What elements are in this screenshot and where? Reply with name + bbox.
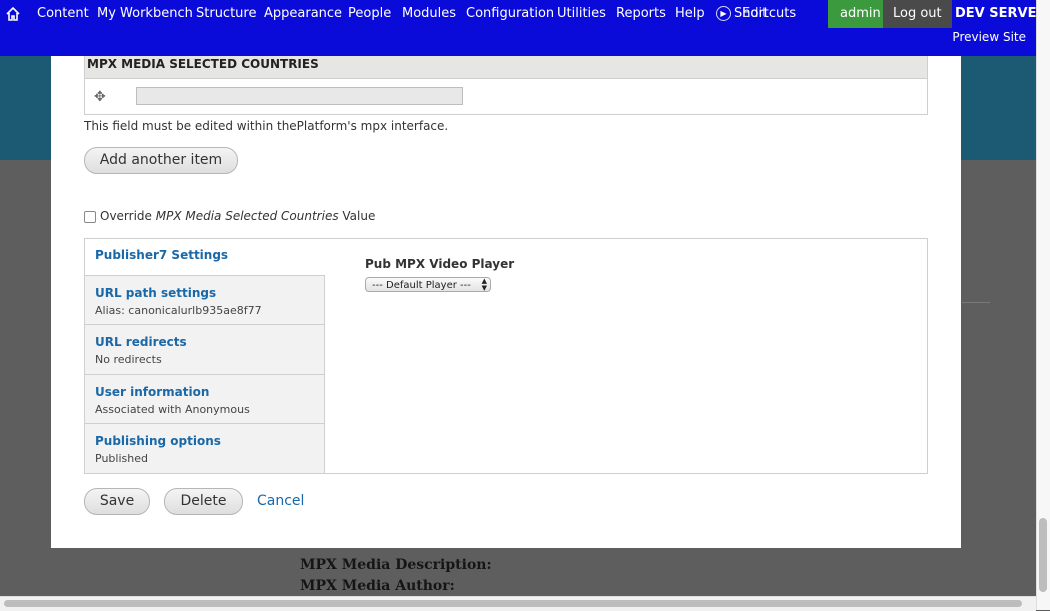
menu-configuration[interactable]: Configuration bbox=[466, 0, 554, 28]
home-icon[interactable] bbox=[6, 0, 22, 28]
menu-help[interactable]: Help bbox=[675, 0, 705, 28]
background-description-label: MPX Media Description: bbox=[300, 557, 492, 573]
tab-user-information[interactable]: User information Associated with Anonymo… bbox=[85, 375, 325, 424]
tab-publisher7-settings[interactable]: Publisher7 Settings bbox=[85, 239, 325, 276]
horizontal-scrollbar-thumb[interactable] bbox=[4, 600, 1022, 607]
tab-url-redirects[interactable]: URL redirects No redirects bbox=[85, 325, 325, 375]
menu-appearance[interactable]: Appearance bbox=[264, 0, 342, 28]
tab-title: Publisher7 Settings bbox=[95, 248, 229, 262]
tab-url-path-settings[interactable]: URL path settings Alias: canonicalurlb93… bbox=[85, 276, 325, 325]
selected-countries-input[interactable] bbox=[136, 87, 463, 105]
vertical-tabs: Publisher7 Settings URL path settings Al… bbox=[84, 238, 928, 474]
tab-summary: Published bbox=[95, 452, 148, 465]
override-checkbox[interactable] bbox=[84, 210, 96, 223]
tab-summary: Associated with Anonymous bbox=[95, 403, 250, 416]
override-checkbox-row[interactable]: Override MPX Media Selected Countries Va… bbox=[84, 209, 375, 223]
tab-title: User information bbox=[95, 385, 210, 399]
edit-shortcuts-link[interactable]: Edit bbox=[742, 0, 767, 28]
environment-badge: DEV SERVER bbox=[955, 6, 1047, 21]
arrow-circle-icon: ▶ bbox=[716, 6, 731, 21]
select-arrows-icon: ▲ ▼ bbox=[481, 277, 487, 292]
save-button[interactable]: Save bbox=[84, 488, 150, 515]
background-divider bbox=[962, 302, 990, 303]
drag-handle-icon[interactable]: ✥ bbox=[94, 89, 106, 105]
menu-content[interactable]: Content bbox=[37, 0, 89, 28]
override-field-name: MPX Media Selected Countries bbox=[155, 209, 339, 223]
tab-summary: No redirects bbox=[95, 353, 162, 366]
logout-link[interactable]: Log out bbox=[883, 0, 952, 28]
override-label-prefix: Override bbox=[100, 209, 156, 223]
cancel-link[interactable]: Cancel bbox=[257, 493, 304, 509]
menu-structure[interactable]: Structure bbox=[196, 0, 256, 28]
tab-title: URL redirects bbox=[95, 335, 187, 349]
preview-site-link[interactable]: Preview Site bbox=[952, 30, 1026, 44]
video-player-select-value: --- Default Player --- bbox=[372, 280, 471, 291]
tab-publishing-options[interactable]: Publishing options Published bbox=[85, 424, 325, 473]
add-another-item-button[interactable]: Add another item bbox=[84, 147, 238, 174]
tab-title: URL path settings bbox=[95, 286, 217, 300]
menu-modules[interactable]: Modules bbox=[402, 0, 456, 28]
selected-countries-header: MPX MEDIA SELECTED COUNTRIES bbox=[85, 56, 927, 79]
menu-utilities[interactable]: Utilities bbox=[557, 0, 606, 28]
selected-countries-table: MPX MEDIA SELECTED COUNTRIES ✥ bbox=[84, 56, 928, 115]
background-author-label: MPX Media Author: bbox=[300, 578, 455, 594]
override-label-suffix: Value bbox=[338, 209, 376, 223]
video-player-label: Pub MPX Video Player bbox=[365, 257, 515, 271]
edit-modal: MPX MEDIA SELECTED COUNTRIES ✥ This fiel… bbox=[51, 56, 961, 548]
field-description: This field must be edited within thePlat… bbox=[84, 119, 449, 133]
admin-toolbar: Content My Workbench Structure Appearanc… bbox=[0, 0, 1046, 56]
tab-summary: Alias: canonicalurlb935ae8f77 bbox=[95, 304, 262, 317]
delete-button[interactable]: Delete bbox=[164, 488, 243, 515]
tab-title: Publishing options bbox=[95, 434, 221, 448]
menu-reports[interactable]: Reports bbox=[616, 0, 666, 28]
vertical-scrollbar-thumb[interactable] bbox=[1039, 518, 1047, 592]
menu-my-workbench[interactable]: My Workbench bbox=[97, 0, 193, 28]
video-player-select[interactable]: --- Default Player --- ▲ ▼ bbox=[365, 277, 491, 292]
menu-people[interactable]: People bbox=[348, 0, 391, 28]
